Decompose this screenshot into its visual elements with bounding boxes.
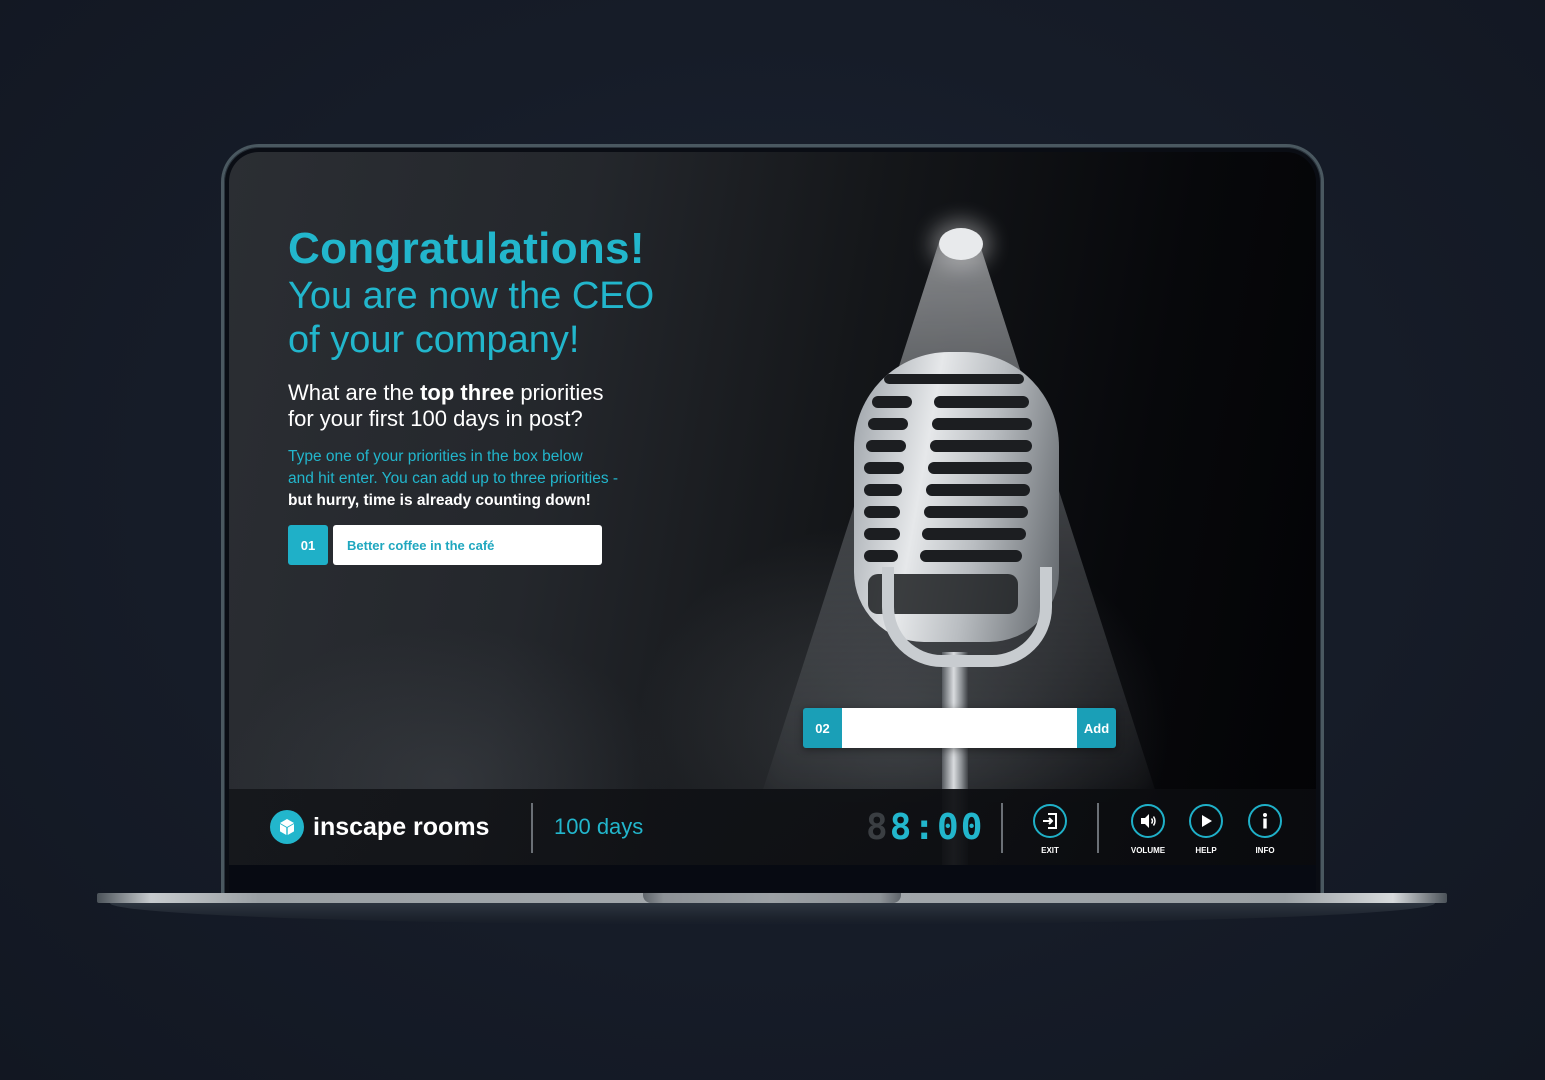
question-emphasis: top three: [420, 380, 515, 405]
page-subtitle-line2: of your company!: [288, 319, 580, 361]
brand: inscape rooms: [270, 810, 489, 844]
brand-name: inscape rooms: [313, 812, 490, 841]
bottom-toolbar: inscape rooms 100 days 88:00 EXIT VOLUME…: [229, 789, 1316, 865]
instructions-emphasis: but hurry, time is already counting down…: [288, 492, 591, 509]
instructions-line1: Type one of your priorities in the box b…: [288, 448, 583, 465]
add-button[interactable]: Add: [1077, 708, 1116, 748]
play-icon: [1189, 804, 1223, 838]
exit-button[interactable]: EXIT: [1020, 804, 1080, 855]
exit-label: EXIT: [1041, 846, 1059, 855]
priority-input-row: 02 Add: [803, 708, 1116, 748]
timer-value: 8:00: [889, 807, 985, 848]
intro-content: Congratulations! You are now the CEO of …: [288, 224, 708, 512]
question-suffix: priorities: [514, 380, 604, 405]
cube-logo-icon: [270, 810, 304, 844]
screen-bottom-strip: [229, 865, 1316, 892]
priority-number-badge: 02: [803, 708, 842, 748]
app-screen: Congratulations! You are now the CEO of …: [229, 152, 1316, 892]
exit-icon: [1033, 804, 1067, 838]
help-button[interactable]: HELP: [1176, 804, 1236, 855]
microphone-yoke: [882, 567, 1052, 667]
info-icon: [1248, 804, 1282, 838]
priority-entry-01: 01 Better coffee in the café: [288, 525, 602, 565]
divider: [1001, 803, 1003, 853]
page-subtitle-line1: You are now the CEO: [288, 275, 655, 317]
instructions-text: Type one of your priorities in the box b…: [288, 446, 708, 512]
timer-dim-digit: 8: [866, 807, 890, 848]
game-name: 100 days: [554, 814, 644, 839]
volume-button[interactable]: VOLUME: [1118, 804, 1178, 855]
laptop-hinge-notch: [643, 893, 901, 903]
divider: [531, 803, 533, 853]
countdown-timer: 88:00: [866, 808, 984, 848]
question-text: What are the top three priorities for yo…: [288, 380, 708, 432]
volume-icon: [1131, 804, 1165, 838]
question-line2: for your first 100 days in post?: [288, 406, 583, 431]
priority-number-badge: 01: [288, 525, 328, 565]
info-label: INFO: [1255, 846, 1275, 855]
page-title: Congratulations!: [288, 224, 645, 273]
question-prefix: What are the: [288, 380, 421, 405]
info-button[interactable]: INFO: [1235, 804, 1295, 855]
volume-label: VOLUME: [1130, 846, 1166, 855]
divider: [1097, 803, 1099, 853]
priority-input[interactable]: [842, 708, 1077, 748]
instructions-line2: and hit enter. You can add up to three p…: [288, 470, 619, 487]
help-label: HELP: [1195, 846, 1217, 855]
priority-value[interactable]: Better coffee in the café: [333, 525, 602, 565]
laptop-base-shadow: [110, 903, 1435, 925]
spotlight-icon: [939, 228, 983, 260]
